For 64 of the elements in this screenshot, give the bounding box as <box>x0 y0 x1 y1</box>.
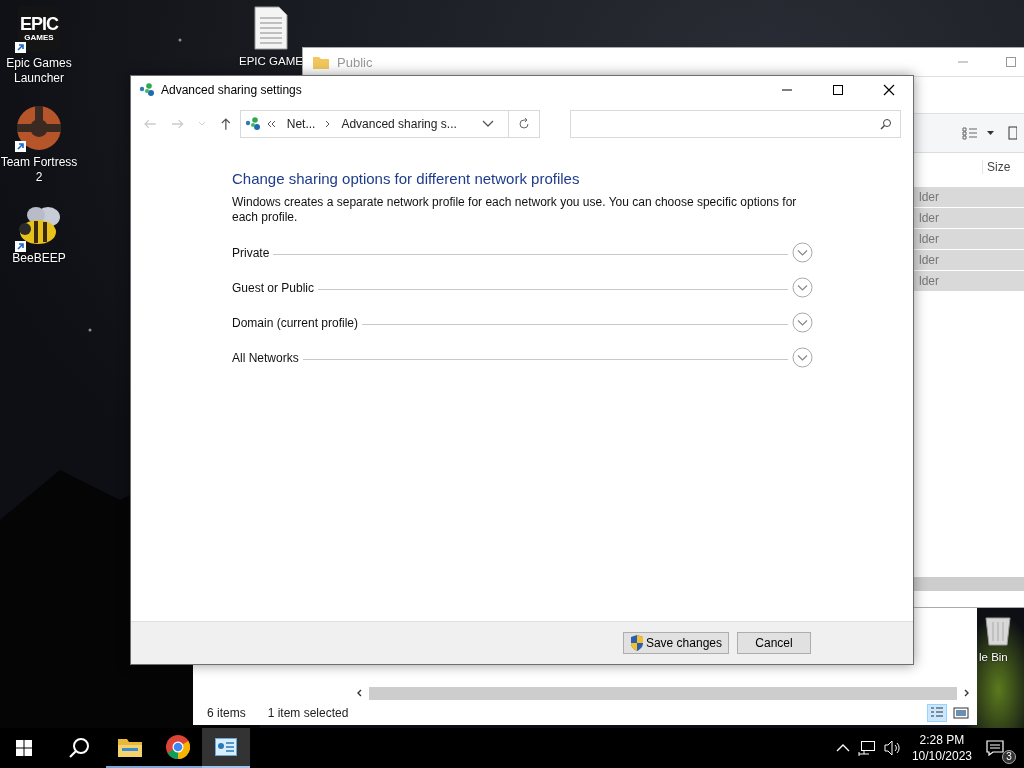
large-icons-view-icon[interactable] <box>953 706 969 720</box>
clock-time[interactable]: 2:28 PM <box>919 732 965 748</box>
up-arrow-icon[interactable] <box>220 117 232 131</box>
expand-chevron-icon[interactable] <box>792 347 813 368</box>
shortcut-arrow-icon <box>15 141 26 152</box>
desktop-icon-label[interactable]: Team Fortress 2 <box>0 155 78 185</box>
network-icon <box>244 117 261 131</box>
close-icon[interactable] <box>883 84 895 96</box>
folder-icon <box>118 737 142 757</box>
window-app-icon <box>215 738 237 756</box>
clock-date[interactable]: 10/10/2023 <box>911 748 972 764</box>
address-bar[interactable]: Net... Advanced sharing s... <box>239 110 540 138</box>
breadcrumb-item[interactable]: Net... <box>286 117 316 131</box>
view-options-icon[interactable] <box>961 126 995 140</box>
notification-icon[interactable] <box>986 740 1004 756</box>
window-taskbar-button[interactable] <box>202 728 250 768</box>
cancel-button[interactable]: Cancel <box>737 632 811 654</box>
chevron-up-icon[interactable] <box>835 743 850 753</box>
desktop-icon-label[interactable]: BeeBEEP <box>12 251 66 266</box>
shield-icon <box>629 635 644 651</box>
document-icon[interactable] <box>252 6 289 50</box>
dropdown-caret-icon[interactable] <box>481 120 494 128</box>
windows-start-icon[interactable] <box>16 740 32 756</box>
network-wired-icon[interactable] <box>857 740 876 756</box>
shortcut-arrow-icon <box>15 42 26 53</box>
overflow-chevron-icon[interactable] <box>266 120 277 128</box>
browser-icon <box>166 735 190 759</box>
status-text: 1 item selected <box>267 706 349 720</box>
profile-label[interactable]: Guest or Public <box>232 280 315 295</box>
save-button[interactable]: Save changes <box>622 632 729 654</box>
profile-label[interactable]: Private <box>232 245 270 260</box>
profile-label[interactable]: Domain (current profile) <box>232 315 359 330</box>
breadcrumb-item[interactable]: Advanced sharing s... <box>341 117 457 131</box>
folder-icon <box>313 55 329 69</box>
pane-icon[interactable] <box>1007 126 1017 140</box>
expand-chevron-icon[interactable] <box>792 312 813 333</box>
logo-text: EPIC <box>20 15 58 33</box>
notification-badge: 3 <box>1002 750 1016 764</box>
refresh-icon <box>517 118 530 130</box>
window-title: Public <box>337 54 373 70</box>
search-field[interactable] <box>569 110 901 138</box>
volume-icon[interactable] <box>883 740 902 756</box>
window-title: Advanced sharing settings <box>161 83 302 97</box>
page-heading: Change sharing options for different network profiles <box>232 170 581 187</box>
epic-logo-icon[interactable]: EPIC GAMES <box>18 6 60 52</box>
network-icon <box>139 83 155 97</box>
bee-icon[interactable] <box>16 205 62 247</box>
desktop-icon-label[interactable]: Epic Games Launcher <box>0 56 78 86</box>
search-icon <box>880 118 892 130</box>
desktop-icon-label[interactable]: le Bin <box>979 650 1008 665</box>
status-text: 6 items <box>207 706 246 720</box>
maximize-icon[interactable] <box>832 84 844 96</box>
expand-chevron-icon[interactable] <box>792 242 813 263</box>
logo-text: GAMES <box>24 33 54 43</box>
column-header[interactable]: Size <box>982 160 1021 174</box>
expand-chevron-icon[interactable] <box>792 277 813 298</box>
profile-label[interactable]: All Networks <box>232 350 299 365</box>
description-text: Windows creates a separate network profile for each network you use. You can choose specific options for each profile. <box>232 195 798 225</box>
details-view-icon[interactable] <box>927 704 947 722</box>
separator-chevron-icon[interactable] <box>325 120 332 128</box>
search-icon[interactable] <box>68 737 90 759</box>
desktop-icon-label[interactable]: EPIC GAME <box>239 54 303 69</box>
emblem-icon[interactable] <box>16 105 62 151</box>
shortcut-arrow-icon <box>15 241 26 252</box>
